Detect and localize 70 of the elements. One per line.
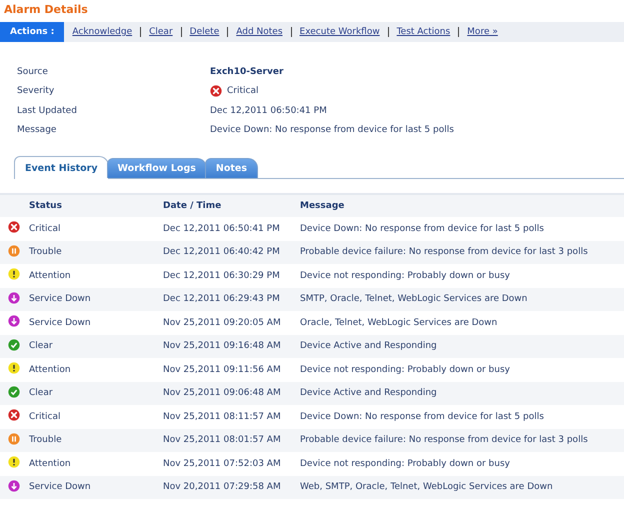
pause-icon: [8, 432, 20, 445]
action-link[interactable]: Delete: [190, 27, 220, 37]
status-cell-text: Service Down: [29, 318, 92, 328]
message-cell-text: Device Down: No response from device for last 5 polls: [300, 412, 545, 422]
message-cell-text: Oracle, Telnet, WebLogic Services are Down: [300, 318, 498, 328]
field-value: Exch10-Server: [210, 66, 284, 79]
column-header: Date / Time: [163, 201, 222, 211]
exclamation-icon: [8, 456, 20, 468]
date-cell-text: Nov 25,2011 08:11:57 AM: [163, 412, 282, 422]
action-link[interactable]: Test Actions: [396, 27, 450, 37]
severity-value: Critical: [227, 86, 258, 96]
status-cell-text: Critical: [29, 224, 62, 234]
field-value: Dec 12,2011 06:50:41 PM: [210, 104, 328, 118]
tab[interactable]: Event History: [14, 156, 109, 179]
date-cell-text: Nov 25,2011 09:11:56 AM: [163, 364, 282, 375]
status-cell-text: Clear: [29, 341, 54, 352]
pause-icon: [8, 244, 20, 257]
date-cell-text: Nov 20,2011 07:29:58 AM: [163, 482, 282, 492]
cross-icon: [8, 409, 20, 422]
action-link[interactable]: Add Notes: [236, 27, 283, 37]
exclamation-icon: [8, 268, 20, 280]
date-cell-text: Nov 25,2011 09:06:48 AM: [163, 388, 282, 398]
status-cell-text: Critical: [29, 412, 62, 422]
check-icon: [8, 338, 20, 351]
date-cell-text: Nov 25,2011 07:52:03 AM: [163, 458, 282, 469]
cross-icon: [8, 221, 20, 234]
down-arrow-icon: [8, 315, 20, 328]
message-cell-text: Device not responding: Probably down or busy: [300, 270, 511, 281]
date-cell-text: Dec 12,2011 06:40:42 PM: [163, 247, 281, 258]
message-cell-text: SMTP, Oracle, Telnet, WebLogic Services are Down: [300, 294, 528, 304]
column-header: Message: [300, 201, 346, 211]
status-cell-text: Service Down: [29, 482, 92, 492]
field-label: Last Updated: [17, 104, 78, 118]
action-link[interactable]: Execute Workflow: [300, 27, 380, 37]
field-label: Severity: [17, 85, 56, 98]
action-link[interactable]: Acknowledge: [72, 27, 132, 37]
cross-icon: [210, 85, 222, 98]
status-cell-text: Service Down: [29, 294, 92, 304]
status-cell-text: Attention: [29, 458, 72, 469]
message-cell-text: Web, SMTP, Oracle, Telnet, WebLogic Services are Down: [300, 482, 554, 492]
action-link[interactable]: More »: [467, 27, 498, 37]
page-title: Alarm Details: [3, 2, 89, 18]
field-label: Source: [17, 66, 49, 79]
message-cell-text: Device Active and Responding: [300, 388, 438, 398]
date-cell-text: Dec 12,2011 06:30:29 PM: [163, 270, 281, 281]
message-cell-text: Device not responding: Probably down or busy: [300, 458, 511, 469]
field-label: Message: [17, 124, 58, 138]
date-cell-text: Dec 12,2011 06:50:41 PM: [163, 224, 281, 234]
actions-label: Actions :: [0, 22, 64, 42]
down-arrow-icon: [8, 480, 20, 492]
date-cell-text: Nov 25,2011 08:01:57 AM: [163, 435, 282, 446]
date-cell-text: Nov 25,2011 09:20:05 AM: [163, 318, 282, 328]
exclamation-icon: [8, 362, 20, 374]
status-cell-text: Attention: [29, 270, 72, 281]
message-cell-text: Probable device failure: No response from device for last 3 polls: [300, 247, 589, 258]
message-cell-text: Device not responding: Probably down or busy: [300, 364, 511, 375]
status-cell-text: Trouble: [29, 247, 63, 258]
status-cell-text: Clear: [29, 388, 54, 398]
column-header: Status: [29, 201, 63, 211]
date-cell-text: Nov 25,2011 09:16:48 AM: [163, 341, 282, 352]
message-cell-text: Device Down: No response from device for last 5 polls: [300, 224, 545, 234]
status-cell-text: Trouble: [29, 435, 63, 446]
check-icon: [8, 386, 20, 398]
message-cell-text: Device Active and Responding: [300, 341, 438, 352]
down-arrow-icon: [8, 292, 20, 304]
status-cell-text: Attention: [29, 364, 72, 375]
date-cell-text: Dec 12,2011 06:29:43 PM: [163, 294, 281, 304]
message-cell-text: Probable device failure: No response from device for last 3 polls: [300, 435, 589, 446]
field-value: Device Down: No response from device for last 5 polls: [210, 124, 455, 138]
action-link[interactable]: Clear: [149, 27, 173, 37]
